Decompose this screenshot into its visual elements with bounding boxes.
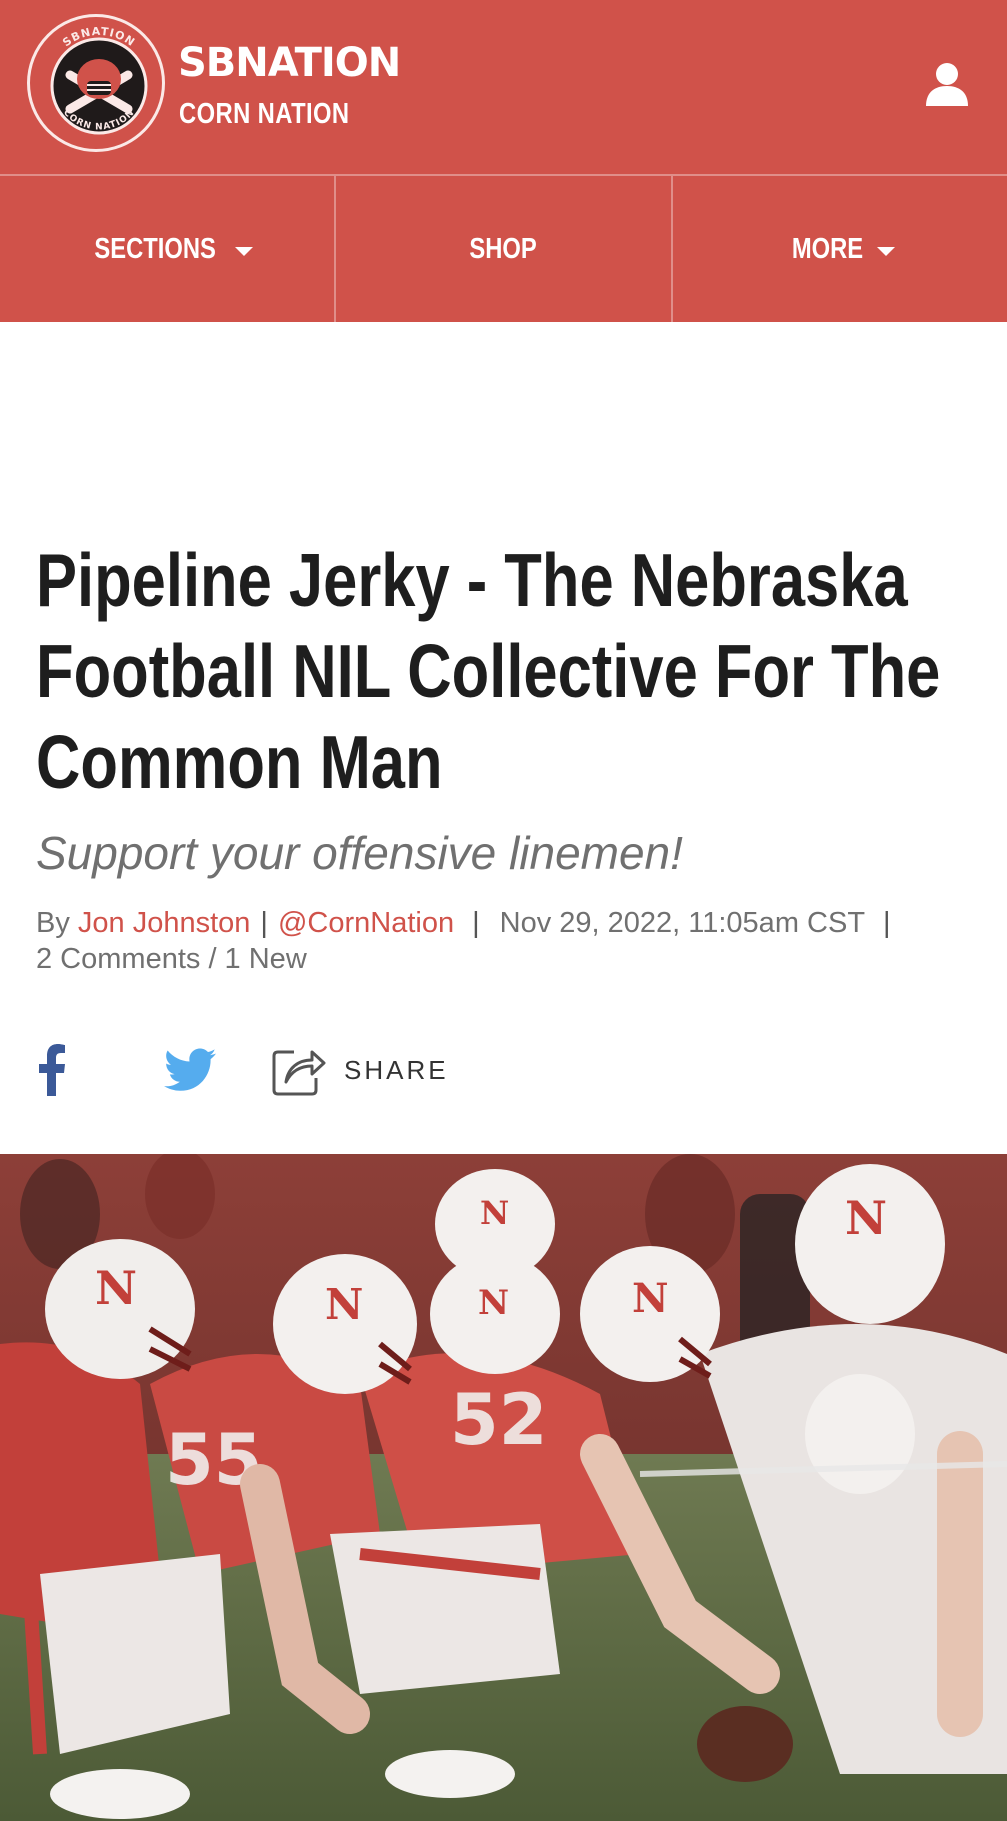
byline-divider: |	[472, 907, 480, 939]
nav-more[interactable]: MORE	[673, 176, 1007, 322]
chevron-down-icon	[235, 246, 254, 256]
nav-more-label: MORE	[792, 232, 864, 265]
facebook-icon[interactable]	[36, 1044, 68, 1096]
byline-divider: |	[260, 907, 268, 939]
site-name[interactable]: CORN NATION	[179, 98, 350, 131]
publish-date: Nov 29, 2022, 11:05am CST	[499, 907, 866, 939]
twitter-icon[interactable]	[164, 1048, 216, 1092]
nav-shop-label: SHOP	[469, 232, 538, 265]
corn-nation-logo[interactable]: SBNATION CORN NATION	[27, 14, 165, 152]
nav-sections-label: SECTIONS	[94, 232, 216, 265]
svg-text:N: N	[845, 1191, 887, 1245]
hero-image: N N N N N N 55 52	[0, 1154, 1007, 1821]
logo-helmet-icon: SBNATION CORN NATION	[50, 25, 148, 135]
sbnation-wordmark[interactable]: SBNATION	[178, 40, 401, 86]
user-account-icon[interactable]	[926, 62, 968, 106]
headline-line-2: Football NIL Collective For The	[36, 629, 941, 713]
headline-line-3: Common Man	[36, 720, 443, 804]
nav-shop[interactable]: SHOP	[336, 176, 673, 322]
svg-text:N: N	[632, 1275, 669, 1322]
svg-text:N: N	[95, 1261, 137, 1315]
main-navigation: SECTIONS SHOP MORE	[0, 174, 1007, 322]
svg-text:52: 52	[450, 1379, 547, 1461]
article-dek: Support your offensive linemen!	[36, 827, 683, 879]
author-link[interactable]: Jon Johnston	[78, 907, 251, 939]
svg-text:N: N	[480, 1194, 509, 1232]
share-icon[interactable]	[272, 1044, 326, 1096]
byline-by: By	[36, 907, 70, 939]
byline-divider: |	[883, 907, 891, 939]
article-headline: Pipeline Jerky - The Nebraska Football N…	[36, 535, 941, 808]
nav-sections[interactable]: SECTIONS	[0, 176, 337, 322]
hero-photo-football-linemen: N N N N N N 55 52	[0, 1154, 1007, 1821]
svg-text:N: N	[478, 1283, 509, 1323]
article-byline: By Jon Johnston | @CornNation | Nov 29, 2022…	[36, 905, 901, 977]
twitter-handle-link[interactable]: @CornNation	[278, 907, 454, 939]
headline-line-1: Pipeline Jerky - The Nebraska	[36, 538, 908, 622]
site-header: SBNATION CORN NATION SBNATION CORN NATIO…	[0, 0, 1007, 174]
svg-text:N: N	[325, 1280, 363, 1329]
chevron-down-icon	[877, 246, 896, 256]
share-label[interactable]: SHARE	[344, 1055, 449, 1086]
comments-link[interactable]: 2 Comments / 1 New	[36, 941, 901, 977]
share-bar: SHARE	[36, 1044, 449, 1096]
